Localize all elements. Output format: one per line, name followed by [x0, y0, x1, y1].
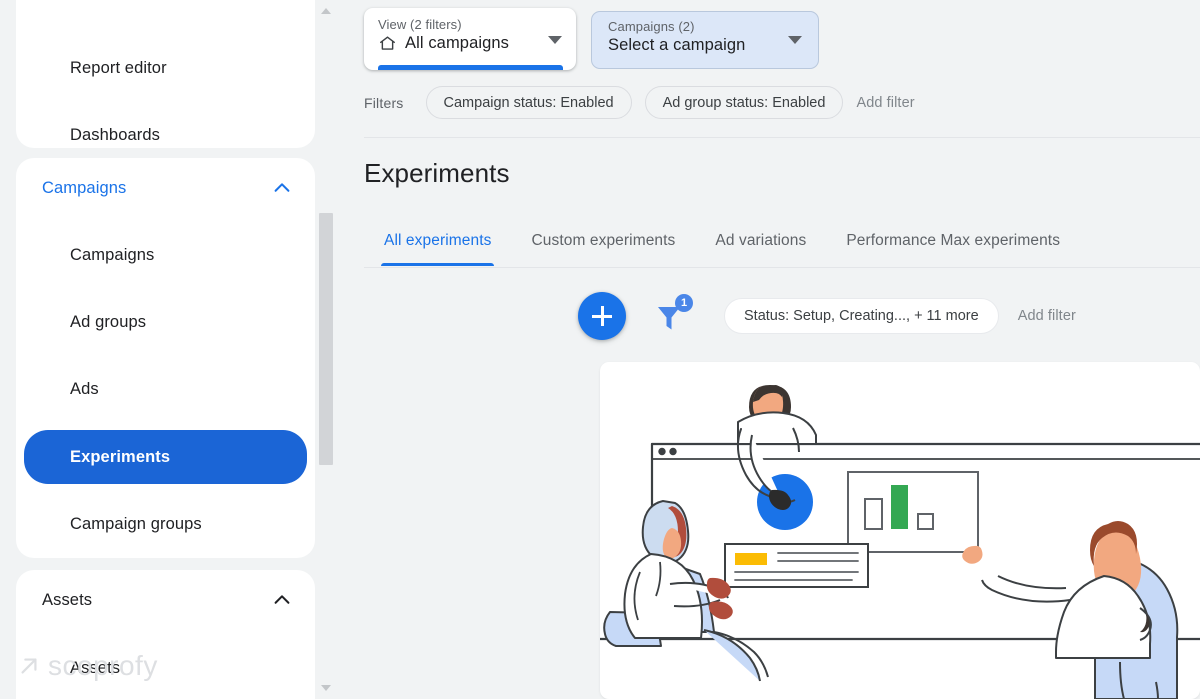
filter-chip-label: Campaign status: Enabled	[443, 94, 614, 111]
tab-label: Performance Max experiments	[846, 232, 1061, 249]
filter-chip-ad-group-status[interactable]: Ad group status: Enabled	[644, 86, 844, 119]
campaign-selector[interactable]: Campaigns (2) Select a campaign	[591, 11, 819, 69]
illustration-document-card	[724, 543, 869, 588]
new-experiment-fab[interactable]	[578, 292, 626, 340]
status-filter-chip-label: Status: Setup, Creating..., + 11 more	[744, 308, 979, 324]
tab-all-experiments[interactable]: All experiments	[364, 224, 511, 266]
left-navigation-sidebar: Report editor Dashboards Campaigns Campa…	[0, 0, 336, 699]
page-title: Experiments	[364, 158, 510, 188]
tab-label: Ad variations	[715, 232, 807, 249]
sidebar-item-report-editor[interactable]: Report editor	[24, 44, 307, 92]
nav-card-campaigns: Campaigns Campaigns Ad groups Ads Experi…	[16, 158, 315, 558]
sidebar-group-campaigns[interactable]: Campaigns	[16, 160, 315, 216]
header-divider	[364, 137, 1200, 138]
tab-bar: All experiments Custom experiments Ad va…	[364, 224, 1080, 266]
main-content: View (2 filters) All campaigns Campaigns…	[336, 0, 1200, 699]
sidebar-item-ads[interactable]: Ads	[24, 365, 307, 413]
sidebar-item-label: Campaign groups	[70, 514, 202, 533]
illustration-chart-panel	[847, 471, 979, 553]
app-root: Report editor Dashboards Campaigns Campa…	[0, 0, 1200, 699]
experiments-empty-state-illustration	[600, 385, 1200, 699]
campaign-selector-value: Select a campaign	[608, 36, 746, 54]
view-selector[interactable]: View (2 filters) All campaigns	[364, 8, 576, 70]
sidebar-item-label: Assets	[70, 658, 121, 677]
sidebar-item-label: Dashboards	[70, 125, 160, 144]
scroll-down-arrow-icon[interactable]	[321, 685, 331, 691]
chevron-up-icon[interactable]	[271, 177, 293, 199]
caret-down-icon[interactable]	[788, 36, 802, 44]
sidebar-group-label: Assets	[42, 590, 93, 609]
campaign-selector-sublabel: Campaigns (2)	[608, 19, 695, 34]
filters-row: Filters Campaign status: Enabled Ad grou…	[364, 86, 915, 119]
scroll-up-arrow-icon[interactable]	[321, 8, 331, 14]
sidebar-item-label: Report editor	[70, 58, 167, 77]
filter-funnel-icon[interactable]: 1	[654, 294, 693, 336]
home-icon	[378, 34, 397, 53]
sidebar-scrollbar-thumb[interactable]	[319, 213, 333, 465]
tab-label: Custom experiments	[531, 232, 676, 249]
nav-card-reports: Report editor Dashboards	[16, 0, 315, 148]
filters-label: Filters	[364, 94, 404, 111]
experiments-content-card	[600, 362, 1200, 699]
sidebar-item-label: Ads	[70, 379, 99, 398]
view-selector-sublabel: View (2 filters)	[378, 17, 462, 32]
illustration-person-right	[962, 521, 1179, 699]
caret-down-icon[interactable]	[548, 36, 562, 44]
action-row: 1 Status: Setup, Creating..., + 11 more …	[578, 292, 1076, 340]
sidebar-item-campaign-groups[interactable]: Campaign groups	[24, 500, 307, 548]
selector-row: View (2 filters) All campaigns Campaigns…	[364, 8, 819, 70]
illustration-person-left	[603, 499, 769, 682]
sidebar-item-label: Ad groups	[70, 312, 147, 331]
chevron-up-icon[interactable]	[271, 589, 293, 611]
add-filter-button[interactable]: Add filter	[1018, 308, 1076, 324]
sidebar-group-assets[interactable]: Assets	[16, 572, 315, 628]
sidebar-item-dashboards[interactable]: Dashboards	[24, 111, 307, 159]
sidebar-item-label: Campaigns	[70, 245, 155, 264]
filter-chip-label: Ad group status: Enabled	[662, 94, 826, 111]
filter-badge-count: 1	[675, 294, 693, 312]
tab-performance-max-experiments[interactable]: Performance Max experiments	[826, 224, 1080, 266]
sidebar-item-ad-groups[interactable]: Ad groups	[24, 298, 307, 346]
sidebar-item-experiments[interactable]: Experiments	[24, 430, 307, 484]
sidebar-group-label: Campaigns	[42, 178, 127, 197]
sidebar-item-campaigns[interactable]: Campaigns	[24, 231, 307, 279]
tab-label: All experiments	[384, 232, 492, 249]
tab-custom-experiments[interactable]: Custom experiments	[511, 224, 695, 266]
sidebar-item-label: Experiments	[70, 447, 171, 466]
nav-card-assets: Assets Assets	[16, 570, 315, 699]
status-filter-chip[interactable]: Status: Setup, Creating..., + 11 more	[724, 298, 999, 334]
view-selector-value: All campaigns	[405, 34, 510, 52]
tab-bar-divider	[364, 267, 1200, 268]
tab-ad-variations[interactable]: Ad variations	[695, 224, 826, 266]
sidebar-item-assets[interactable]: Assets	[24, 644, 307, 692]
filter-chip-campaign-status[interactable]: Campaign status: Enabled	[425, 86, 632, 119]
view-selector-underline	[378, 65, 563, 70]
add-filter-button[interactable]: Add filter	[856, 95, 914, 111]
